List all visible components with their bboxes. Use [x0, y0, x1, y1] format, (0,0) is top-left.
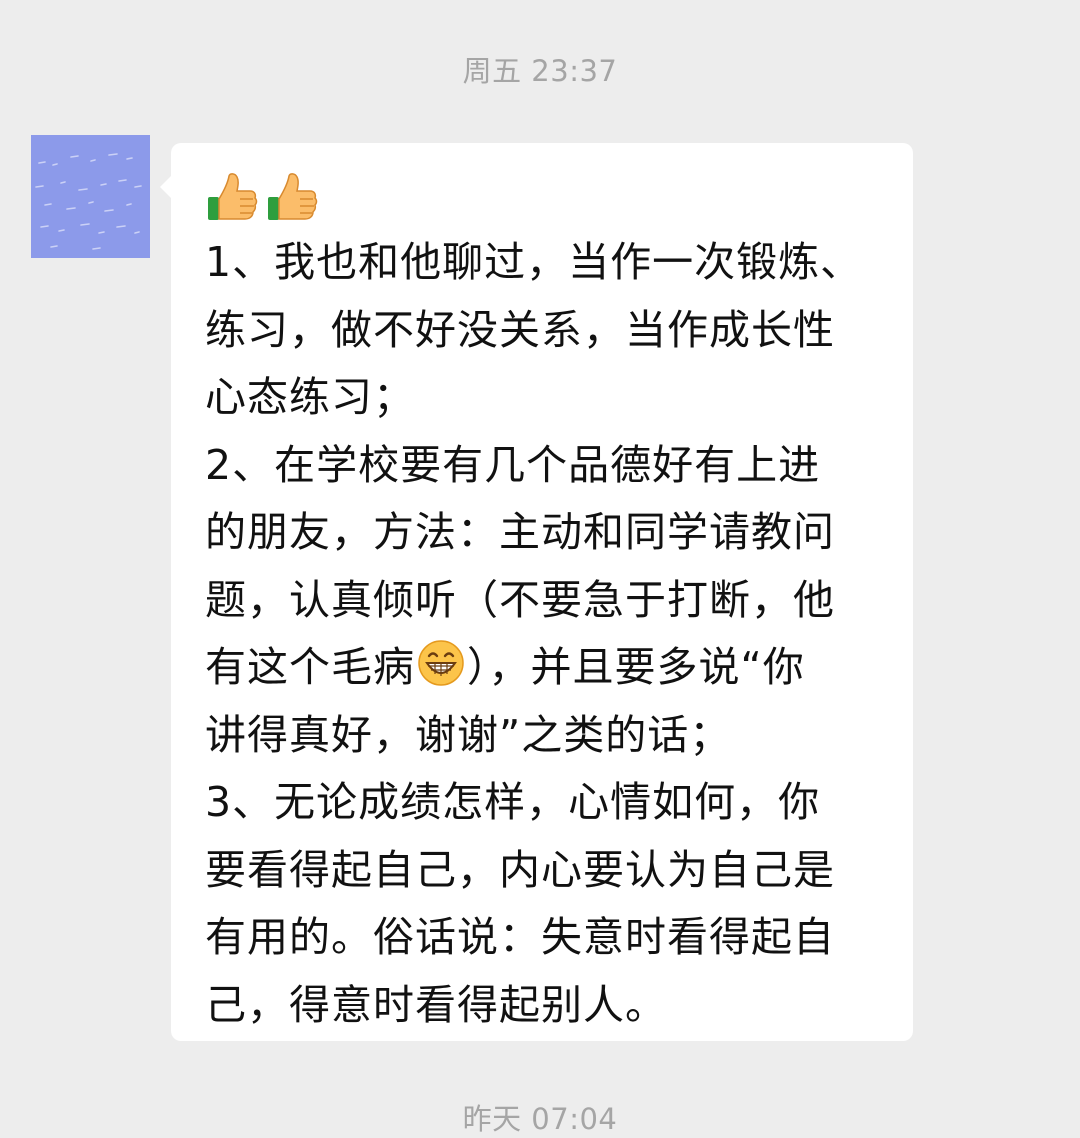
message-line: 有用的。俗话说：失意时看得起自	[205, 913, 835, 961]
message-line: 己，得意时看得起别人。	[205, 980, 667, 1029]
message-timestamp: 周五 23:37	[462, 54, 618, 88]
message-line: 的朋友，方法：主动和同学请教问	[205, 508, 835, 556]
message-line: 心态练习；	[205, 373, 415, 421]
message-bubble[interactable]: 1、我也和他聊过，当作一次锻炼、 练习，做不好没关系，当作成长性 心态练习； 2…	[160, 143, 913, 1041]
bubble-tail	[160, 175, 172, 199]
message-line: 3、无论成绩怎样，心情如何，你	[205, 778, 821, 826]
thumbs-up-icon	[208, 173, 258, 220]
grin-icon	[418, 640, 464, 686]
avatar-image	[31, 135, 150, 258]
message-line: 讲得真好，谢谢”之类的话；	[205, 710, 732, 759]
message-line: 题，认真倾听（不要急于打断，他	[205, 575, 835, 624]
thumbs-up-icon	[268, 173, 318, 220]
message-line: 有这个毛病 ），并且要多说“你	[205, 634, 885, 702]
message-timestamp: 昨天 07:04	[462, 1102, 618, 1136]
message-text: ），并且要多说“你	[467, 643, 805, 691]
message-line: 2、在学校要有几个品德好有上进	[205, 440, 821, 489]
avatar[interactable]	[31, 135, 150, 258]
message-line: 1、我也和他聊过，当作一次锻炼、	[205, 238, 863, 286]
message-line: 要看得起自己，内心要认为自己是	[205, 845, 835, 894]
message-text: 有这个毛病	[205, 643, 415, 691]
message-line: 练习，做不好没关系，当作成长性	[205, 305, 835, 354]
emoji-row	[205, 169, 885, 229]
